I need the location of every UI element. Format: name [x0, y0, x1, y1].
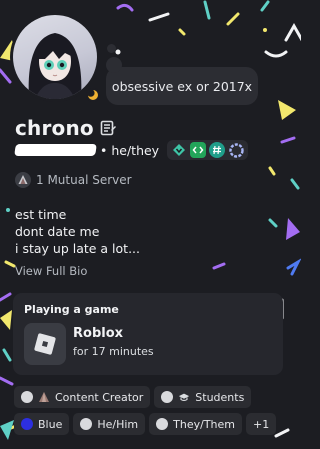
redacted-username: [14, 144, 97, 156]
role-graduation-cap-icon: [178, 391, 190, 403]
display-name: chrono: [15, 116, 94, 140]
role-label: He/Him: [97, 417, 139, 431]
bio: est time dont date me i stay up late a l…: [15, 206, 140, 257]
nitro-badge-icon[interactable]: [228, 142, 244, 158]
hash-badge-icon[interactable]: [209, 142, 226, 158]
role-blue[interactable]: Blue: [14, 413, 70, 435]
role-content-creator[interactable]: Content Creator: [14, 386, 151, 408]
hypesquad-badge-icon[interactable]: [171, 142, 187, 158]
role-color-dot: [80, 418, 93, 430]
server-icon: [15, 172, 31, 188]
roblox-icon: [24, 323, 66, 365]
game-duration: for 17 minutes: [73, 345, 154, 358]
role-students[interactable]: Students: [154, 386, 252, 408]
role-he-him[interactable]: He/Him: [73, 413, 146, 435]
role-label: Content Creator: [55, 390, 144, 404]
idle-moon-icon: [88, 90, 98, 100]
role-label: Students: [195, 390, 245, 404]
more-roles-count: +1: [253, 417, 270, 431]
note-icon[interactable]: [100, 120, 116, 136]
bio-line: i stay up late a lot...: [15, 241, 140, 256]
view-full-bio-link[interactable]: View Full Bio: [15, 264, 87, 278]
badge-strip: [167, 140, 249, 160]
custom-status-bubble[interactable]: obsessive ex or 2017x: [106, 57, 258, 105]
avatar-illustration: [28, 33, 82, 99]
status-indicator: [86, 88, 100, 102]
role-label: Blue: [38, 417, 63, 431]
pronouns: • he/they: [100, 142, 160, 158]
role-label: They/Them: [173, 417, 235, 431]
active-developer-badge-icon[interactable]: [190, 142, 207, 158]
role-color-dot: [21, 391, 33, 403]
status-bubble-tail: [107, 44, 116, 53]
role-color-dot: [21, 418, 33, 430]
avatar-image: [13, 15, 97, 99]
custom-status-text: obsessive ex or 2017x: [111, 78, 253, 94]
role-they-them[interactable]: They/Them: [149, 413, 242, 435]
activity-heading: Playing a game: [24, 303, 119, 316]
more-roles-button[interactable]: +1: [246, 413, 277, 435]
game-name: Roblox: [73, 326, 124, 341]
avatar[interactable]: [10, 12, 100, 102]
roles-list: Content Creator Students Blue He/Him The…: [14, 386, 296, 440]
bio-line: est time: [15, 207, 67, 222]
activity-card[interactable]: Playing a game Roblox for 17 minutes: [13, 293, 283, 375]
role-color-dot: [156, 418, 169, 430]
bio-line: dont date me: [15, 224, 100, 239]
mutual-servers-label: 1 Mutual Server: [36, 173, 132, 187]
profile-card: obsessive ex or 2017x chrono • he/they 1…: [0, 0, 301, 449]
mutual-servers[interactable]: 1 Mutual Server: [15, 172, 132, 188]
username-row: • he/they: [14, 140, 249, 160]
role-pyramid-icon: [38, 391, 50, 403]
role-color-dot: [161, 391, 174, 403]
